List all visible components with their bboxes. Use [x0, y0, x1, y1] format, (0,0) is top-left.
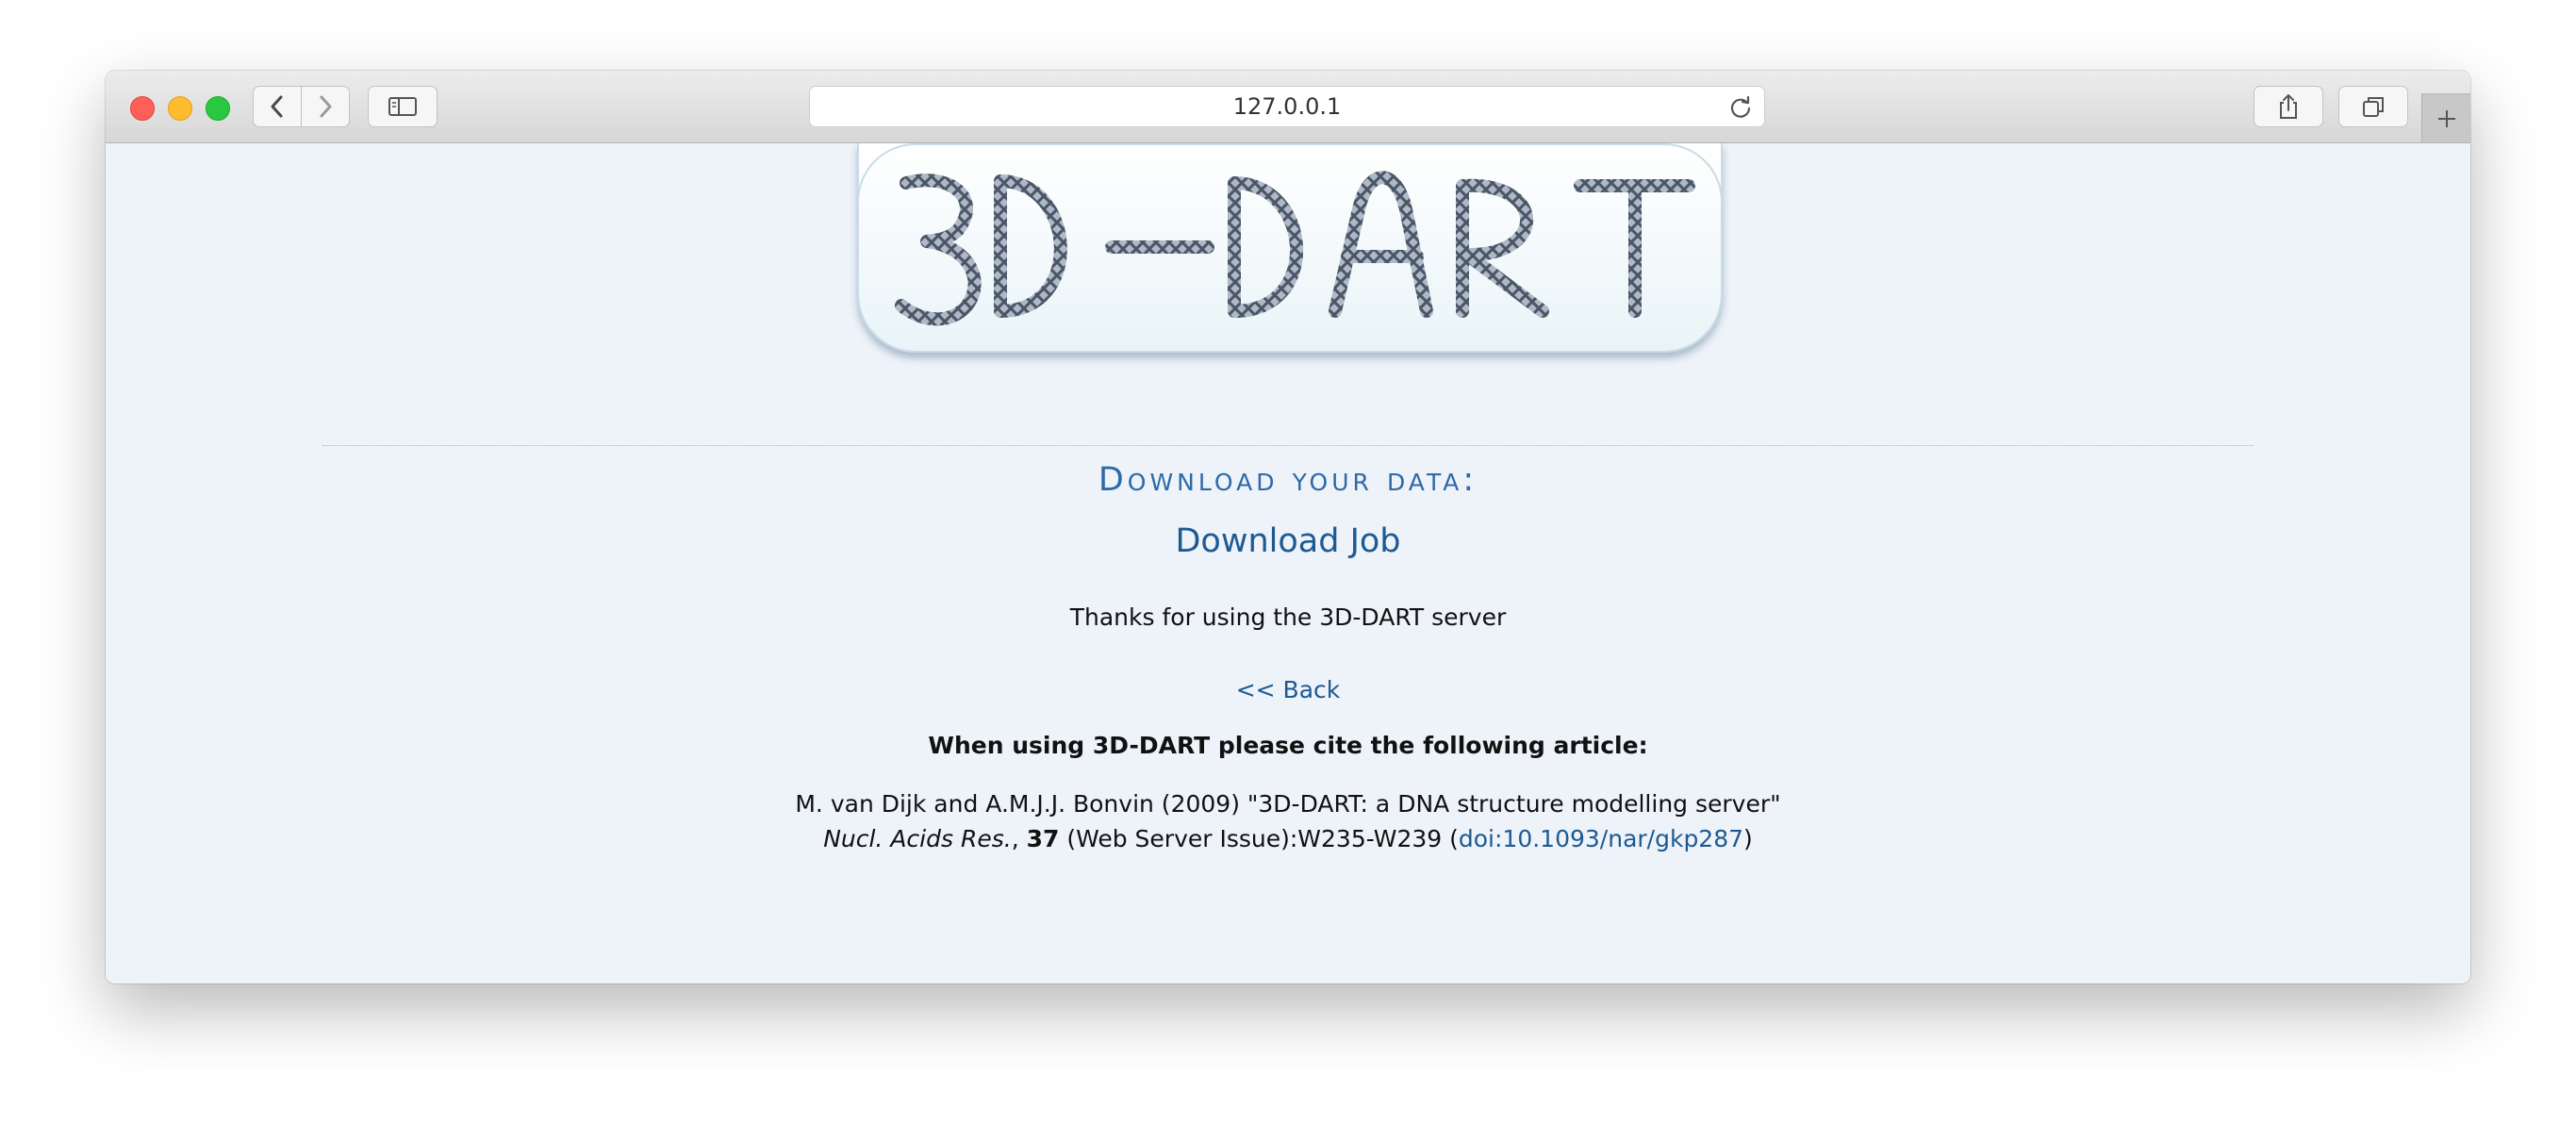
journal-name: Nucl. Acids Res. — [823, 825, 1012, 852]
page-content: Download your data: Download Job Thanks … — [106, 143, 2470, 984]
citation-heading: When using 3D-DART please cite the follo… — [928, 732, 1648, 759]
share-button[interactable] — [2254, 86, 2323, 127]
sidebar-toggle-button[interactable] — [368, 86, 438, 127]
logo-banner — [857, 143, 1723, 353]
forward-nav-button[interactable] — [301, 86, 350, 127]
journal-issue: (Web Server Issue):W235-W239 ( — [1059, 825, 1459, 852]
citation-line-1: M. van Dijk and A.M.J.J. Bonvin (2009) "… — [795, 790, 1781, 818]
chevron-right-icon — [320, 95, 332, 118]
3d-dart-logo — [895, 171, 1695, 326]
citation-separator: , — [1011, 825, 1027, 852]
tabs-overview-button[interactable] — [2338, 86, 2408, 127]
back-nav-button[interactable] — [253, 86, 302, 127]
sidebar-icon — [388, 97, 417, 116]
download-job-link[interactable]: Download Job — [106, 522, 2470, 560]
close-window-button[interactable] — [130, 96, 155, 121]
chevron-left-icon — [271, 95, 283, 118]
doi-link[interactable]: doi:10.1093/nar/gkp287 — [1459, 825, 1743, 852]
citation-line-2: Nucl. Acids Res., 37 (Web Server Issue):… — [106, 825, 2470, 852]
new-tab-button[interactable] — [2421, 93, 2470, 142]
plus-icon — [2437, 109, 2455, 127]
divider — [322, 445, 2254, 446]
tabs-icon — [2363, 97, 2384, 117]
browser-toolbar: 127.0.0.1 — [106, 71, 2470, 143]
journal-volume: 37 — [1026, 825, 1060, 852]
browser-window: 127.0.0.1 Download your data: Download J… — [106, 71, 2470, 984]
address-text: 127.0.0.1 — [1232, 93, 1342, 120]
address-bar[interactable]: 127.0.0.1 — [809, 86, 1765, 127]
thanks-text: Thanks for using the 3D-DART server — [1069, 603, 1507, 631]
citation-close: ) — [1743, 825, 1753, 852]
download-heading: Download your data: — [1098, 461, 1478, 499]
minimize-window-button[interactable] — [168, 96, 192, 121]
zoom-window-button[interactable] — [206, 96, 230, 121]
back-link[interactable]: << Back — [106, 676, 2470, 703]
share-icon — [2280, 94, 2297, 119]
reload-icon[interactable] — [1728, 95, 1753, 120]
